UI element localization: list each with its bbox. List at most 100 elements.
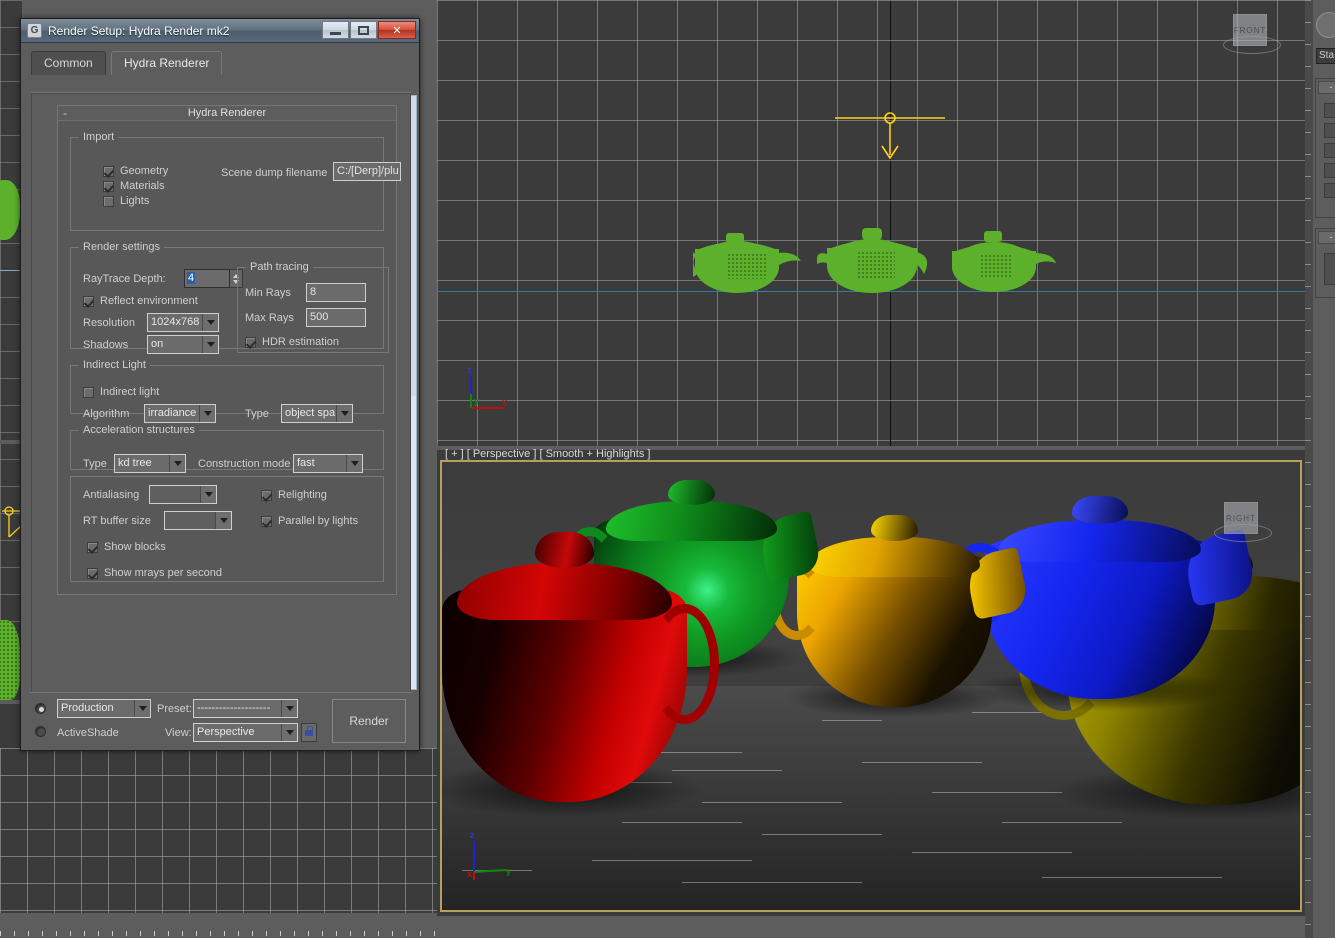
materials-checkbox-box[interactable] — [103, 181, 114, 192]
max-rays-input[interactable]: 500 — [306, 308, 366, 327]
tab-common[interactable]: Common — [31, 51, 106, 75]
antialiasing-dropdown[interactable] — [149, 485, 217, 504]
front-teapot-3[interactable] — [944, 221, 1059, 293]
chevron-down-icon[interactable] — [336, 405, 352, 422]
production-dropdown[interactable]: Production — [57, 699, 151, 718]
chevron-down-icon[interactable] — [202, 336, 218, 353]
indirect-light-checkbox[interactable]: Indirect light — [83, 386, 159, 398]
show-mrays-checkbox-box[interactable] — [87, 568, 98, 579]
chevron-down-icon[interactable] — [200, 486, 216, 503]
min-rays-input[interactable]: 8 — [306, 283, 366, 302]
tab-hydra-renderer[interactable]: Hydra Renderer — [111, 51, 222, 75]
raytrace-depth-input[interactable]: 4 — [184, 269, 230, 288]
rollout-header[interactable]: - Hydra Renderer — [58, 106, 396, 121]
chevron-down-icon[interactable] — [199, 405, 215, 422]
left-partial-viewport-lower[interactable] — [0, 704, 22, 748]
front-teapot-3-shading — [980, 254, 1012, 278]
show-mrays-checkbox[interactable]: Show mrays per second — [87, 567, 222, 579]
perspective-viewport[interactable]: RIGHT z y x — [440, 460, 1302, 912]
geometry-checkbox[interactable]: Geometry — [103, 165, 168, 177]
chevron-down-icon[interactable] — [346, 455, 362, 472]
render-setup-dialog[interactable]: G Render Setup: Hydra Render mk2 ✕ Commo… — [20, 18, 420, 751]
raytrace-depth-spinner[interactable]: 4 — [184, 269, 243, 288]
bottom-left-viewport[interactable] — [0, 748, 437, 913]
svg-text:y: y — [474, 396, 479, 406]
command-panel-rollout-2[interactable]: - — [1315, 228, 1335, 298]
ruler-tick — [0, 931, 1, 936]
command-panel-rollout-1[interactable]: - — [1315, 78, 1335, 218]
relighting-checkbox[interactable]: Relighting — [261, 489, 327, 501]
dialog-titlebar[interactable]: G Render Setup: Hydra Render mk2 ✕ — [21, 19, 419, 43]
teapot-orange[interactable] — [797, 522, 992, 707]
construction-mode-dropdown[interactable]: fast — [293, 454, 363, 473]
view-lock-button[interactable] — [301, 723, 317, 742]
parallel-by-lights-checkbox-box[interactable] — [261, 516, 272, 527]
reflect-environment-checkbox-box[interactable] — [83, 296, 94, 307]
show-blocks-checkbox[interactable]: Show blocks — [87, 541, 166, 553]
window-buttons: ✕ — [322, 21, 416, 39]
shadows-dropdown[interactable]: on — [147, 335, 219, 354]
ruler-tick — [56, 931, 57, 936]
rollout-collapse-icon[interactable]: - — [63, 106, 67, 120]
dialog-scrollbar-thumb[interactable] — [411, 96, 416, 396]
scene-dump-filename-input[interactable]: C:/[Derp]/plu — [333, 162, 401, 181]
minimize-button[interactable] — [322, 21, 349, 39]
directional-light-gizmo[interactable] — [835, 110, 945, 165]
close-button[interactable]: ✕ — [378, 21, 416, 39]
grid-line — [0, 351, 22, 352]
teapot-red[interactable] — [442, 542, 687, 802]
acceleration-type-dropdown[interactable]: kd tree — [114, 454, 186, 473]
chevron-down-icon[interactable] — [169, 455, 185, 472]
left-partial-viewport[interactable] — [0, 0, 22, 700]
maximize-button[interactable] — [350, 21, 377, 39]
rt-buffer-size-dropdown[interactable] — [164, 511, 232, 530]
view-dropdown[interactable]: Perspective — [193, 723, 298, 742]
activeshade-radio-dot[interactable] — [35, 726, 46, 737]
lights-checkbox-box[interactable] — [103, 196, 114, 207]
command-panel[interactable]: Sta - - — [1305, 0, 1335, 938]
production-radio[interactable] — [35, 703, 46, 714]
command-panel-name-field[interactable]: Sta — [1316, 48, 1335, 64]
dialog-scrollbar[interactable] — [410, 95, 417, 690]
algorithm-dropdown[interactable]: irradiance — [144, 404, 216, 423]
materials-checkbox[interactable]: Materials — [103, 180, 165, 192]
rollout-2-collapse[interactable]: - — [1318, 231, 1335, 244]
front-viewport[interactable]: FRONT z y x — [437, 0, 1305, 446]
indirect-type-dropdown[interactable]: object spa — [281, 404, 353, 423]
command-panel-tick — [1305, 330, 1311, 331]
hdr-estimation-checkbox[interactable]: HDR estimation — [245, 336, 339, 348]
indirect-light-checkbox-box[interactable] — [83, 387, 94, 398]
activeshade-radio[interactable] — [35, 726, 46, 737]
ruler-tick — [280, 931, 281, 936]
chevron-down-icon[interactable] — [281, 700, 297, 717]
indirect-type-value: object spa — [282, 405, 336, 422]
command-panel-color-swatch[interactable] — [1316, 12, 1335, 38]
rollout-1-collapse[interactable]: - — [1318, 81, 1335, 94]
parallel-by-lights-checkbox[interactable]: Parallel by lights — [261, 515, 358, 527]
relighting-checkbox-box[interactable] — [261, 490, 272, 501]
left-viewport-splitter[interactable] — [0, 440, 22, 444]
front-teapot-1[interactable] — [693, 219, 803, 294]
chevron-down-icon[interactable] — [202, 314, 218, 331]
reflect-environment-checkbox[interactable]: Reflect environment — [83, 295, 198, 307]
chevron-down-icon[interactable] — [134, 700, 150, 717]
timeline-ruler[interactable] — [0, 931, 437, 938]
hdr-estimation-checkbox-box[interactable] — [245, 337, 256, 348]
preset-dropdown[interactable]: -------------------- — [193, 699, 298, 718]
lights-checkbox[interactable]: Lights — [103, 195, 149, 207]
grid-line — [351, 748, 352, 913]
viewcube-front[interactable]: FRONT — [1223, 6, 1281, 64]
production-radio-dot[interactable] — [35, 703, 46, 714]
teapot-blue-knob — [1072, 496, 1127, 523]
chevron-down-icon[interactable] — [215, 512, 231, 529]
geometry-checkbox-box[interactable] — [103, 166, 114, 177]
dialog-footer: Production ActiveShade Preset: ---------… — [29, 692, 413, 744]
perspective-viewport-label[interactable]: [ + ] [ Perspective ] [ Smooth + Highlig… — [445, 448, 650, 460]
chevron-down-icon[interactable] — [281, 724, 297, 741]
front-teapot-2[interactable] — [817, 216, 937, 294]
show-blocks-checkbox-box[interactable] — [87, 542, 98, 553]
resolution-dropdown[interactable]: 1024x768 — [147, 313, 219, 332]
grid-line — [1237, 0, 1238, 446]
render-button[interactable]: Render — [332, 699, 406, 743]
viewcube-right[interactable]: RIGHT — [1214, 494, 1272, 552]
